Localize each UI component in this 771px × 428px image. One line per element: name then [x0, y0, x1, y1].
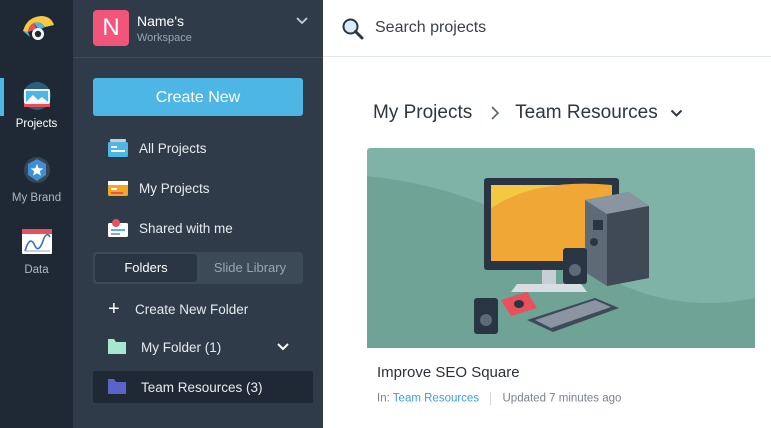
folders-library-toggle: Folders Slide Library — [93, 252, 303, 284]
create-folder-label: Create New Folder — [135, 302, 249, 317]
projects-icon — [22, 82, 51, 110]
meta-divider — [490, 392, 492, 405]
breadcrumb-root[interactable]: My Projects — [373, 102, 472, 123]
rail-item-data[interactable]: Data — [0, 228, 73, 276]
app-logo-icon[interactable] — [21, 13, 55, 43]
chevron-down-icon[interactable] — [670, 109, 683, 118]
folder-team-resources[interactable]: Team Resources (3) — [93, 371, 313, 403]
folder-icon — [108, 379, 126, 394]
sidebar: N Name's Workspace Create New All Projec… — [73, 0, 323, 428]
tab-slide-library[interactable]: Slide Library — [199, 254, 301, 282]
brand-star-icon — [23, 157, 50, 183]
project-updated: Updated 7 minutes ago — [502, 392, 622, 405]
plus-icon: + — [108, 298, 120, 320]
sidebar-item-label: My Projects — [139, 181, 210, 196]
folder-label: Team Resources (3) — [141, 380, 263, 395]
folder-icon — [108, 339, 126, 354]
workspace-subtitle: Workspace — [137, 32, 192, 44]
rail-item-label: Projects — [15, 118, 58, 130]
project-title[interactable]: Improve SEO Square — [377, 364, 520, 381]
chevron-down-icon[interactable] — [276, 342, 290, 352]
tab-folders[interactable]: Folders — [95, 254, 197, 282]
search-input[interactable] — [373, 14, 753, 42]
workspace-avatar: N — [93, 10, 129, 46]
breadcrumb: My Projects Team Resources — [373, 102, 683, 128]
project-meta: In: Team Resources Updated 7 minutes ago — [377, 392, 621, 405]
data-chart-icon — [21, 229, 52, 254]
search-bar — [323, 0, 771, 57]
rail-item-label: Data — [24, 264, 49, 276]
create-new-folder-button[interactable]: + Create New Folder — [93, 293, 313, 325]
rail-item-my-brand[interactable]: My Brand — [0, 156, 73, 204]
project-in-label: In: — [377, 392, 390, 405]
folder-my-folder[interactable]: My Folder (1) — [93, 331, 313, 363]
sidebar-divider — [73, 57, 323, 58]
chevron-right-icon — [491, 106, 499, 120]
my-projects-icon — [108, 181, 128, 196]
rail-item-label: My Brand — [11, 192, 62, 204]
workspace-switcher[interactable]: N Name's Workspace — [93, 10, 311, 48]
chevron-down-icon — [296, 17, 308, 25]
breadcrumb-current[interactable]: Team Resources — [515, 102, 658, 123]
create-new-button[interactable]: Create New — [93, 78, 303, 116]
workspace-name: Name's — [137, 13, 185, 29]
project-card[interactable]: Improve SEO Square In: Team Resources Up… — [367, 148, 755, 428]
computer-illustration — [367, 176, 755, 348]
folder-label: My Folder (1) — [141, 340, 222, 355]
rail-item-projects[interactable]: Projects — [0, 82, 73, 130]
all-projects-icon — [108, 139, 128, 157]
project-thumbnail[interactable] — [367, 148, 755, 348]
sidebar-item-label: All Projects — [139, 141, 207, 156]
shared-icon — [108, 219, 128, 237]
project-folder-link[interactable]: Team Resources — [393, 393, 479, 405]
search-icon — [342, 18, 364, 40]
app-rail: Projects My Brand Data — [0, 0, 73, 428]
sidebar-item-label: Shared with me — [139, 221, 233, 236]
